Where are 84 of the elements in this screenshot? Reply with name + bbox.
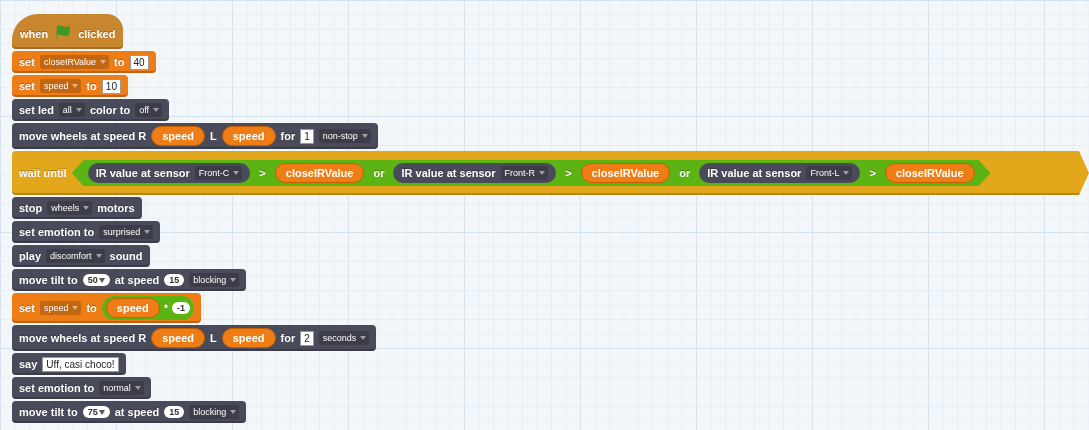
dropdown-menu[interactable]: non-stop [318,129,371,143]
input-field[interactable]: 10 [101,78,121,94]
block-label: IR value at sensor [707,167,802,179]
operator-reporter[interactable]: speed * -1 [101,296,194,320]
block-label: move tilt to [19,406,78,418]
block-label: sound [109,250,143,262]
block-label: play [19,250,41,262]
dropdown-menu[interactable]: Front-L [806,166,853,180]
block-label: or [679,167,691,179]
command-block[interactable]: set led all color to off [12,99,170,121]
number-input[interactable]: 15 [164,406,185,418]
block-label: > [259,167,266,179]
dropdown-menu[interactable]: normal [99,381,144,395]
block-label: motors [97,202,135,214]
block-label: to [86,302,97,314]
number-input[interactable]: 75 [82,406,110,418]
wait-block[interactable]: wait until IR value at sensor Front-C > closeIRValue or IR value at sensor Front-R > closeIRValue or IR value at sensor Front-L > closeIRValue [12,151,1089,195]
input-field[interactable]: 40 [129,54,149,70]
command-block[interactable]: move wheels at speed R speed L speed for 2 seconds [12,325,377,351]
number-input[interactable]: -1 [171,302,190,314]
command-block[interactable]: play discomfort sound [12,245,150,267]
dropdown-menu[interactable]: speed [39,301,82,315]
sensor-reporter[interactable]: IR value at sensor Front-L [699,163,861,183]
block-label: move wheels at speed R [19,130,147,142]
command-block[interactable]: set speed to speed * -1 [12,293,201,323]
block-label: set led [19,104,54,116]
block-label: at speed [114,274,160,286]
dropdown-menu[interactable]: Front-C [194,166,243,180]
number-input[interactable]: 15 [164,274,185,286]
input-field[interactable]: 1 [300,128,314,144]
condition-block[interactable]: IR value at sensor Front-C > closeIRValue or IR value at sensor Front-R > closeIRValue or IR value at sensor Front-L > closeIRValue [71,160,991,186]
dropdown-menu[interactable]: blocking [189,405,240,419]
block-label: to [114,56,125,68]
block-label: set [19,302,35,314]
block-label: * [163,302,168,314]
dropdown-menu[interactable]: blocking [189,273,240,287]
sensor-reporter[interactable]: IR value at sensor Front-R [393,163,557,183]
block-label: wait until [19,167,67,179]
number-input[interactable]: 50 [82,274,110,286]
block-label: set [19,80,35,92]
dropdown-menu[interactable]: all [58,103,85,117]
block-label: when [20,28,49,40]
block-label: for [280,130,296,142]
dropdown-menu[interactable]: speed [39,79,82,93]
block-label: for [280,332,296,344]
block-label: or [373,167,385,179]
dropdown-menu[interactable]: wheels [47,201,93,215]
block-label: move tilt to [19,274,78,286]
caret-icon [98,409,105,415]
block-label: say [19,358,38,370]
command-block[interactable]: say Uff, casi choco! [12,353,126,375]
dropdown-menu[interactable]: Front-R [500,166,549,180]
command-block[interactable]: set speed to 10 [12,75,128,97]
dropdown-menu[interactable]: surprised [99,225,154,239]
block-label: > [565,167,572,179]
input-field[interactable]: Uff, casi choco! [42,356,119,372]
command-block[interactable]: set emotion to normal [12,377,151,399]
dropdown-menu[interactable]: closeIRValue [39,55,110,69]
command-block[interactable]: set emotion to surprised [12,221,161,243]
block-label: IR value at sensor [95,167,190,179]
block-label: stop [19,202,43,214]
block-label: L [209,130,217,142]
block-label: IR value at sensor [401,167,496,179]
block-label: L [209,332,217,344]
command-block[interactable]: set closeIRValue to 40 [12,51,156,73]
block-label: color to [89,104,131,116]
command-block[interactable]: stop wheels motors [12,197,142,219]
dropdown-menu[interactable]: discomfort [46,249,105,263]
caret-icon [98,277,105,283]
block-label: at speed [114,406,160,418]
block-label: move wheels at speed R [19,332,147,344]
input-field[interactable]: 2 [300,330,314,346]
block-label: set emotion to [19,226,95,238]
block-label: to [86,80,97,92]
block-label: set emotion to [19,382,95,394]
block-label: set [19,56,35,68]
block-label: > [869,167,876,179]
command-block[interactable]: move wheels at speed R speed L speed for 1 non-stop [12,123,378,149]
block-label: clicked [78,28,116,40]
sensor-reporter[interactable]: IR value at sensor Front-C [87,163,251,183]
dropdown-menu[interactable]: seconds [318,331,370,345]
dropdown-menu[interactable]: off [135,103,163,117]
command-block[interactable]: move tilt to 75 at speed 15 blocking [12,401,247,423]
command-block[interactable]: move tilt to 50 at speed 15 blocking [12,269,247,291]
